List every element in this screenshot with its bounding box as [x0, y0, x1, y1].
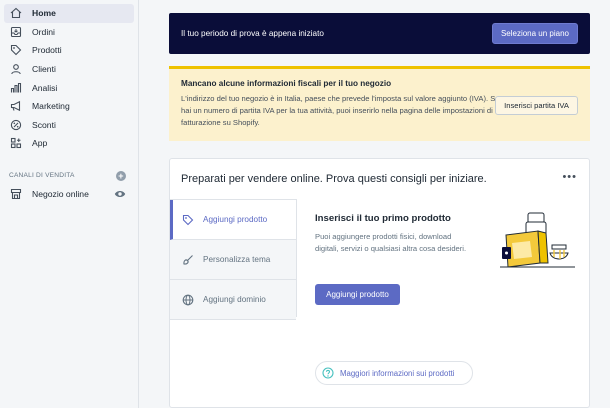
select-plan-button[interactable]: Seleziona un piano: [491, 23, 578, 44]
store-icon: [9, 187, 23, 201]
sales-channels-heading: CANALI DI VENDITA +: [9, 170, 126, 181]
more-actions-icon[interactable]: •••: [562, 171, 577, 183]
trial-banner: Il tuo periodo di prova è appena iniziat…: [169, 13, 590, 54]
sidebar-item-analytics[interactable]: Analisi: [4, 78, 134, 97]
tab-customize-theme[interactable]: Personalizza tema: [170, 240, 296, 280]
tag-icon: [182, 214, 194, 226]
tab-add-domain[interactable]: Aggiungi dominio: [170, 280, 296, 320]
trial-banner-text: Il tuo periodo di prova è appena iniziat…: [181, 29, 324, 38]
tab-label: Aggiungi dominio: [203, 295, 266, 304]
sidebar-item-marketing[interactable]: Marketing: [4, 97, 134, 116]
sidebar-item-label: Marketing: [32, 101, 70, 112]
sidebar: Home Ordini Prodotti Clienti Analisi Mar…: [0, 0, 139, 408]
sidebar-item-label: Ordini: [32, 26, 55, 37]
user-icon: [9, 62, 23, 76]
tax-banner-title: Mancano alcune informazioni fiscali per …: [181, 79, 392, 88]
tab-label: Personalizza tema: [203, 255, 271, 264]
tag-icon: [9, 43, 23, 57]
pane-title: Inserisci il tuo primo prodotto: [315, 213, 451, 224]
orders-icon: [9, 25, 23, 39]
pane-body: Puoi aggiungere prodotti fisici, downloa…: [315, 232, 467, 253]
sidebar-item-label: Analisi: [32, 82, 58, 93]
sidebar-item-label: Home: [32, 8, 56, 19]
sidebar-item-home[interactable]: Home: [4, 4, 134, 23]
sales-channels-label: CANALI DI VENDITA: [9, 172, 75, 180]
analytics-icon: [9, 81, 23, 95]
product-illustration: [500, 212, 575, 268]
more-info-label: Maggiori informazioni sui prodotti: [340, 368, 455, 378]
setup-guide-card: Preparati per vendere online. Prova ques…: [169, 158, 590, 408]
home-icon: [9, 6, 23, 20]
enter-vat-button[interactable]: Inserisci partita IVA: [495, 96, 578, 115]
sidebar-item-customers[interactable]: Clienti: [4, 60, 134, 79]
question-icon: [322, 367, 334, 379]
sidebar-item-label: Prodotti: [32, 45, 62, 56]
sidebar-item-apps[interactable]: App: [4, 134, 134, 153]
megaphone-icon: [9, 99, 23, 113]
tax-banner-body: L'indirizzo del tuo negozio è in Italia,…: [181, 94, 500, 127]
sidebar-item-online-store[interactable]: Negozio online: [4, 185, 134, 204]
tab-add-product[interactable]: Aggiungi prodotto: [170, 200, 296, 240]
brush-icon: [182, 254, 194, 266]
tax-info-banner: Mancano alcune informazioni fiscali per …: [169, 66, 590, 141]
globe-icon: [182, 294, 194, 306]
sidebar-item-label: Sconti: [32, 119, 56, 130]
sidebar-item-label: App: [32, 138, 48, 149]
eye-icon[interactable]: [114, 188, 126, 200]
sidebar-item-label: Clienti: [32, 64, 56, 75]
tab-label: Aggiungi prodotto: [203, 215, 268, 224]
add-channel-icon[interactable]: +: [116, 170, 126, 181]
card-title: Preparati per vendere online. Prova ques…: [181, 173, 487, 185]
sidebar-item-orders[interactable]: Ordini: [4, 23, 134, 42]
sidebar-item-discounts[interactable]: Sconti: [4, 116, 134, 135]
sidebar-item-label: Negozio online: [32, 189, 89, 200]
add-product-button[interactable]: Aggiungi prodotto: [315, 284, 400, 305]
sidebar-item-products[interactable]: Prodotti: [4, 41, 134, 60]
more-info-link[interactable]: Maggiori informazioni sui prodotti: [315, 361, 473, 385]
setup-tabs: Aggiungi prodotto Personalizza tema Aggi…: [170, 199, 297, 320]
apps-icon: [9, 136, 23, 150]
discount-icon: [9, 118, 23, 132]
